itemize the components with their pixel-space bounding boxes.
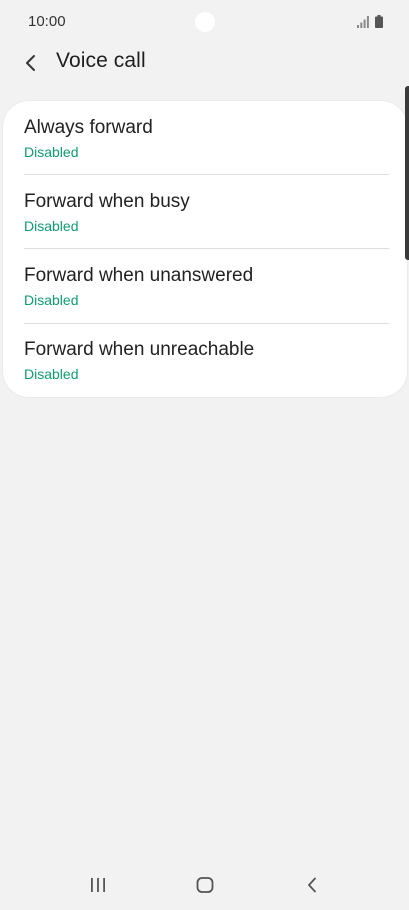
battery-icon xyxy=(375,15,383,28)
list-item-always-forward[interactable]: Always forward Disabled xyxy=(3,101,407,175)
phone-screen: 10:00 Voice call Always forward Disabled… xyxy=(0,0,409,910)
status-bar: 10:00 xyxy=(0,0,409,44)
home-button[interactable] xyxy=(187,870,223,900)
back-icon xyxy=(308,877,316,893)
navigation-bar xyxy=(0,862,409,910)
nav-back-button[interactable] xyxy=(294,870,330,900)
item-title: Always forward xyxy=(24,117,153,138)
item-title: Forward when busy xyxy=(24,191,190,212)
chevron-left-icon xyxy=(26,55,35,71)
home-icon xyxy=(196,877,214,893)
back-button[interactable] xyxy=(16,48,46,78)
list-item-forward-when-unanswered[interactable]: Forward when unanswered Disabled xyxy=(3,249,407,323)
status-icons xyxy=(357,14,383,28)
item-title: Forward when unanswered xyxy=(24,265,254,286)
item-status: Disabled xyxy=(24,292,79,308)
recents-button[interactable] xyxy=(80,870,116,900)
item-status: Disabled xyxy=(24,218,79,234)
scroll-indicator[interactable] xyxy=(405,86,409,260)
forwarding-options-card: Always forward Disabled Forward when bus… xyxy=(3,101,407,397)
camera-cutout xyxy=(195,12,215,32)
signal-icon xyxy=(357,16,369,28)
item-title: Forward when unreachable xyxy=(24,339,255,360)
list-item-forward-when-busy[interactable]: Forward when busy Disabled xyxy=(3,175,407,249)
recents-icon xyxy=(91,878,105,892)
app-header: Voice call xyxy=(0,40,409,84)
list-item-forward-when-unreachable[interactable]: Forward when unreachable Disabled xyxy=(3,323,407,397)
page-title: Voice call xyxy=(56,49,146,72)
item-status: Disabled xyxy=(24,144,79,160)
item-status: Disabled xyxy=(24,366,79,382)
status-time: 10:00 xyxy=(28,13,66,30)
